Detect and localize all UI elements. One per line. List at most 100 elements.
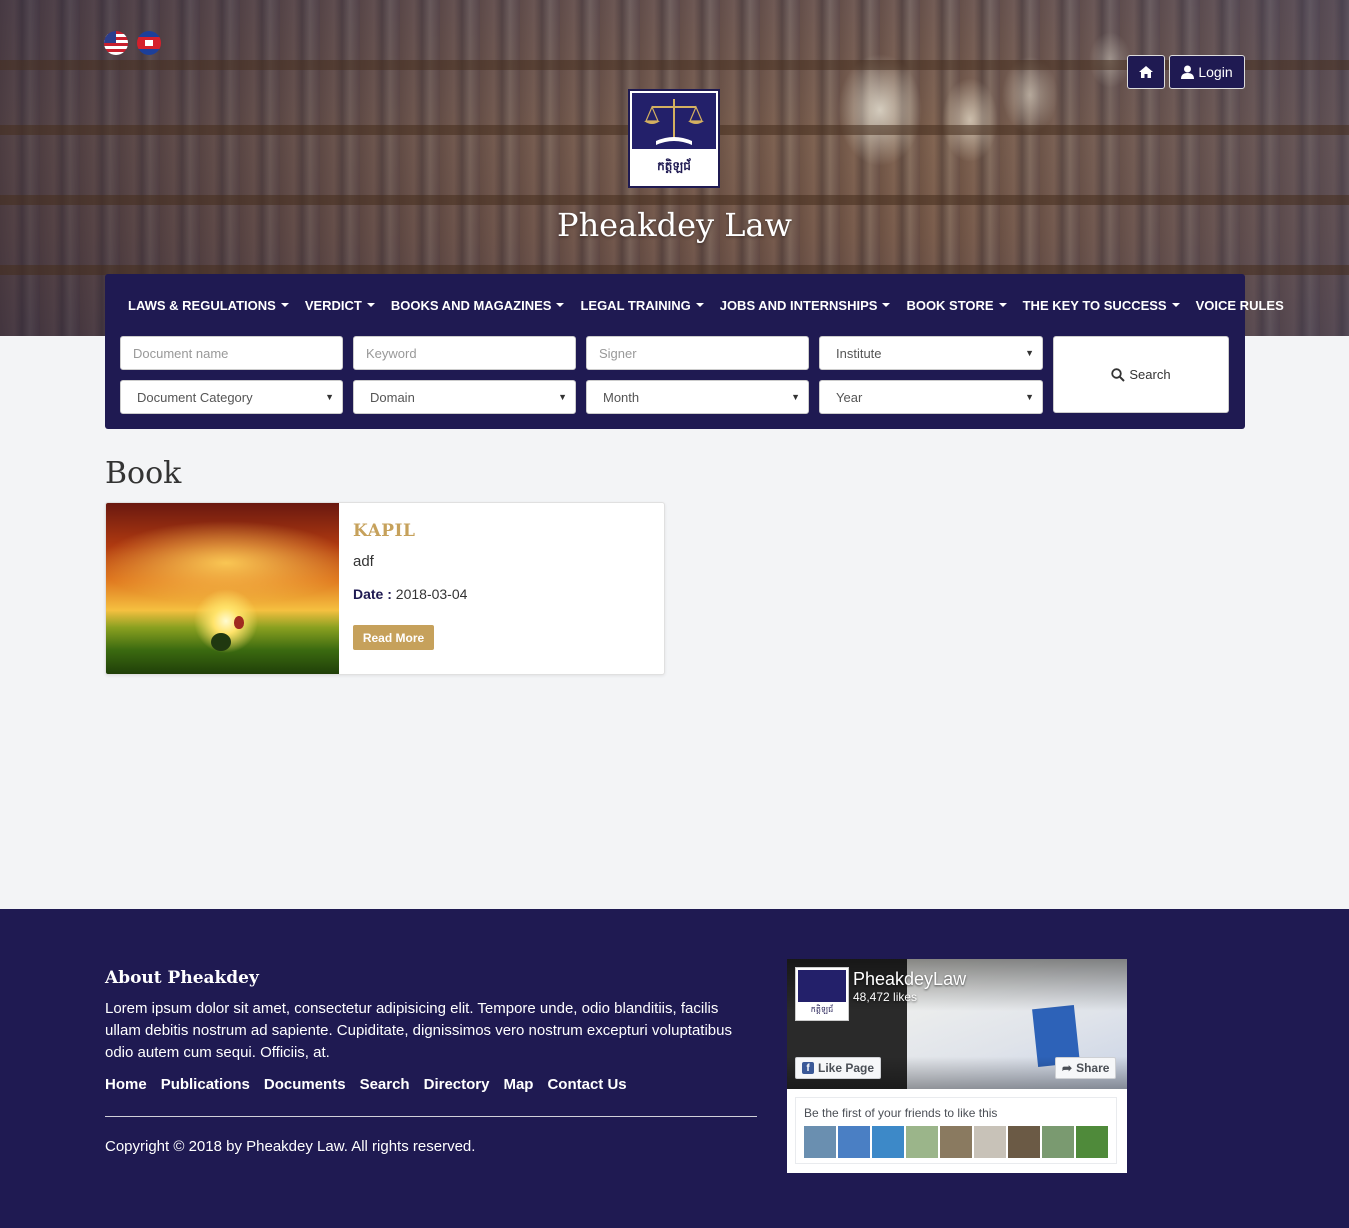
nav-label: VOICE RULES bbox=[1195, 297, 1284, 313]
nav-item-book-store[interactable]: BOOK STORE bbox=[906, 297, 1007, 313]
institute-select[interactable]: Institute ▼ bbox=[819, 336, 1043, 370]
home-button[interactable] bbox=[1127, 55, 1165, 89]
main-nav: LAWS & REGULATIONS VERDICT BOOKS AND MAG… bbox=[105, 274, 1284, 336]
select-value: Domain bbox=[370, 389, 415, 405]
facebook-page-widget: កត្តិឡជ័ PheakdeyLaw 48,472 likes f Like… bbox=[787, 959, 1127, 1173]
friend-avatar[interactable] bbox=[838, 1126, 870, 1158]
friends-text: Be the first of your friends to like thi… bbox=[804, 1106, 998, 1120]
friend-avatar[interactable] bbox=[1008, 1126, 1040, 1158]
dropdown-arrow-icon: ▼ bbox=[325, 392, 334, 402]
nav-item-voice-rules[interactable]: VOICE RULES bbox=[1196, 298, 1284, 313]
shelf-decoration bbox=[0, 195, 1349, 205]
caret-down-icon bbox=[1171, 303, 1180, 307]
date-value: 2018-03-04 bbox=[395, 586, 468, 602]
friend-avatars bbox=[804, 1126, 1108, 1158]
about-title: About Pheakdey bbox=[105, 968, 259, 988]
select-value: Year bbox=[836, 389, 863, 405]
nav-label: LEGAL TRAINING bbox=[580, 297, 691, 313]
book-date: Date : 2018-03-04 bbox=[353, 586, 467, 602]
date-label: Date : bbox=[353, 586, 392, 602]
caret-down-icon bbox=[280, 303, 289, 307]
share-button[interactable]: ➦ Share bbox=[1055, 1057, 1117, 1079]
scales-of-justice-icon bbox=[632, 93, 716, 149]
footer-link-contact[interactable]: Contact Us bbox=[547, 1076, 626, 1093]
logo-text: កត្តិឡជ័ bbox=[632, 149, 716, 184]
nav-label: JOBS AND INTERNSHIPS bbox=[719, 297, 878, 313]
book-title[interactable]: KAPIL bbox=[353, 521, 415, 541]
placeholder-text: Signer bbox=[599, 345, 637, 361]
domain-select[interactable]: Domain ▼ bbox=[353, 380, 576, 414]
friend-avatar[interactable] bbox=[872, 1126, 904, 1158]
facebook-icon: f bbox=[802, 1062, 814, 1074]
footer-link-directory[interactable]: Directory bbox=[424, 1076, 490, 1093]
caret-down-icon bbox=[366, 303, 375, 307]
caret-down-icon bbox=[998, 303, 1007, 307]
home-icon bbox=[1139, 66, 1153, 78]
search-button-label: Search bbox=[1129, 367, 1171, 382]
caret-down-icon bbox=[695, 303, 704, 307]
share-label: Share bbox=[1076, 1061, 1110, 1075]
search-button[interactable]: Search bbox=[1053, 336, 1229, 413]
footer-link-documents[interactable]: Documents bbox=[264, 1076, 346, 1093]
select-value: Document Category bbox=[137, 389, 253, 405]
read-more-button[interactable]: Read More bbox=[353, 625, 434, 650]
avatar-text: កត្តិឡជ័ bbox=[810, 1005, 834, 1014]
site-logo[interactable]: កត្តិឡជ័ bbox=[628, 89, 720, 188]
footer-link-publications[interactable]: Publications bbox=[161, 1076, 250, 1093]
login-button[interactable]: Login bbox=[1169, 55, 1245, 89]
nav-item-books[interactable]: BOOKS AND MAGAZINES bbox=[391, 298, 565, 313]
nav-label: VERDICT bbox=[304, 297, 362, 313]
friend-avatar[interactable] bbox=[1076, 1126, 1108, 1158]
nav-label: BOOK STORE bbox=[906, 297, 994, 313]
select-value: Institute bbox=[836, 345, 882, 361]
nav-label: THE KEY TO SUCCESS bbox=[1022, 297, 1167, 313]
facebook-likes-count: 48,472 likes bbox=[853, 990, 918, 1004]
friend-avatar[interactable] bbox=[906, 1126, 938, 1158]
friend-avatar[interactable] bbox=[974, 1126, 1006, 1158]
keyword-input[interactable]: Keyword bbox=[353, 336, 576, 370]
document-name-input[interactable]: Document name bbox=[120, 336, 343, 370]
balloon-decoration bbox=[234, 616, 244, 629]
user-icon bbox=[1181, 65, 1195, 79]
footer-link-home[interactable]: Home bbox=[105, 1076, 147, 1093]
tree-decoration bbox=[211, 633, 231, 651]
book-thumbnail[interactable] bbox=[106, 503, 339, 674]
nav-item-laws[interactable]: LAWS & REGULATIONS bbox=[128, 298, 289, 313]
nav-item-verdict[interactable]: VERDICT bbox=[305, 298, 375, 313]
footer-divider bbox=[105, 1116, 757, 1117]
year-select[interactable]: Year ▼ bbox=[819, 380, 1043, 414]
placeholder-text: Document name bbox=[133, 345, 229, 361]
nav-item-key-to-success[interactable]: THE KEY TO SUCCESS bbox=[1023, 298, 1180, 313]
friend-avatar[interactable] bbox=[940, 1126, 972, 1158]
signer-input[interactable]: Signer bbox=[586, 336, 809, 370]
nav-item-jobs[interactable]: JOBS AND INTERNSHIPS bbox=[720, 298, 891, 313]
friend-avatar[interactable] bbox=[1042, 1126, 1074, 1158]
section-title: Book bbox=[105, 456, 182, 491]
month-select[interactable]: Month ▼ bbox=[586, 380, 809, 414]
footer-links: Home Publications Documents Search Direc… bbox=[105, 1076, 627, 1093]
like-page-button[interactable]: f Like Page bbox=[795, 1057, 882, 1079]
nav-item-legal-training[interactable]: LEGAL TRAINING bbox=[580, 297, 704, 313]
friends-box: Be the first of your friends to like thi… bbox=[795, 1097, 1117, 1164]
placeholder-text: Keyword bbox=[366, 345, 417, 361]
select-value: Month bbox=[603, 389, 640, 405]
khmer-flag-icon[interactable] bbox=[137, 31, 161, 55]
footer bbox=[0, 909, 1349, 1228]
footer-link-map[interactable]: Map bbox=[503, 1076, 533, 1093]
caret-down-icon bbox=[556, 303, 565, 307]
facebook-page-name[interactable]: PheakdeyLaw bbox=[853, 969, 966, 990]
scales-of-justice-icon bbox=[798, 970, 846, 1002]
caret-down-icon bbox=[882, 303, 891, 307]
dropdown-arrow-icon: ▼ bbox=[1025, 392, 1034, 402]
us-flag-icon[interactable] bbox=[104, 31, 128, 55]
search-icon bbox=[1111, 367, 1126, 382]
facebook-avatar[interactable]: កត្តិឡជ័ bbox=[795, 967, 849, 1021]
share-arrow-icon: ➦ bbox=[1062, 1061, 1073, 1075]
like-page-label: Like Page bbox=[818, 1061, 875, 1075]
nav-label: LAWS & REGULATIONS bbox=[128, 297, 276, 313]
site-title: Pheakdey Law bbox=[557, 206, 792, 244]
footer-link-search[interactable]: Search bbox=[360, 1076, 410, 1093]
document-category-select[interactable]: Document Category ▼ bbox=[120, 380, 343, 414]
friend-avatar[interactable] bbox=[804, 1126, 836, 1158]
navigation-search-panel: LAWS & REGULATIONS VERDICT BOOKS AND MAG… bbox=[105, 274, 1284, 429]
